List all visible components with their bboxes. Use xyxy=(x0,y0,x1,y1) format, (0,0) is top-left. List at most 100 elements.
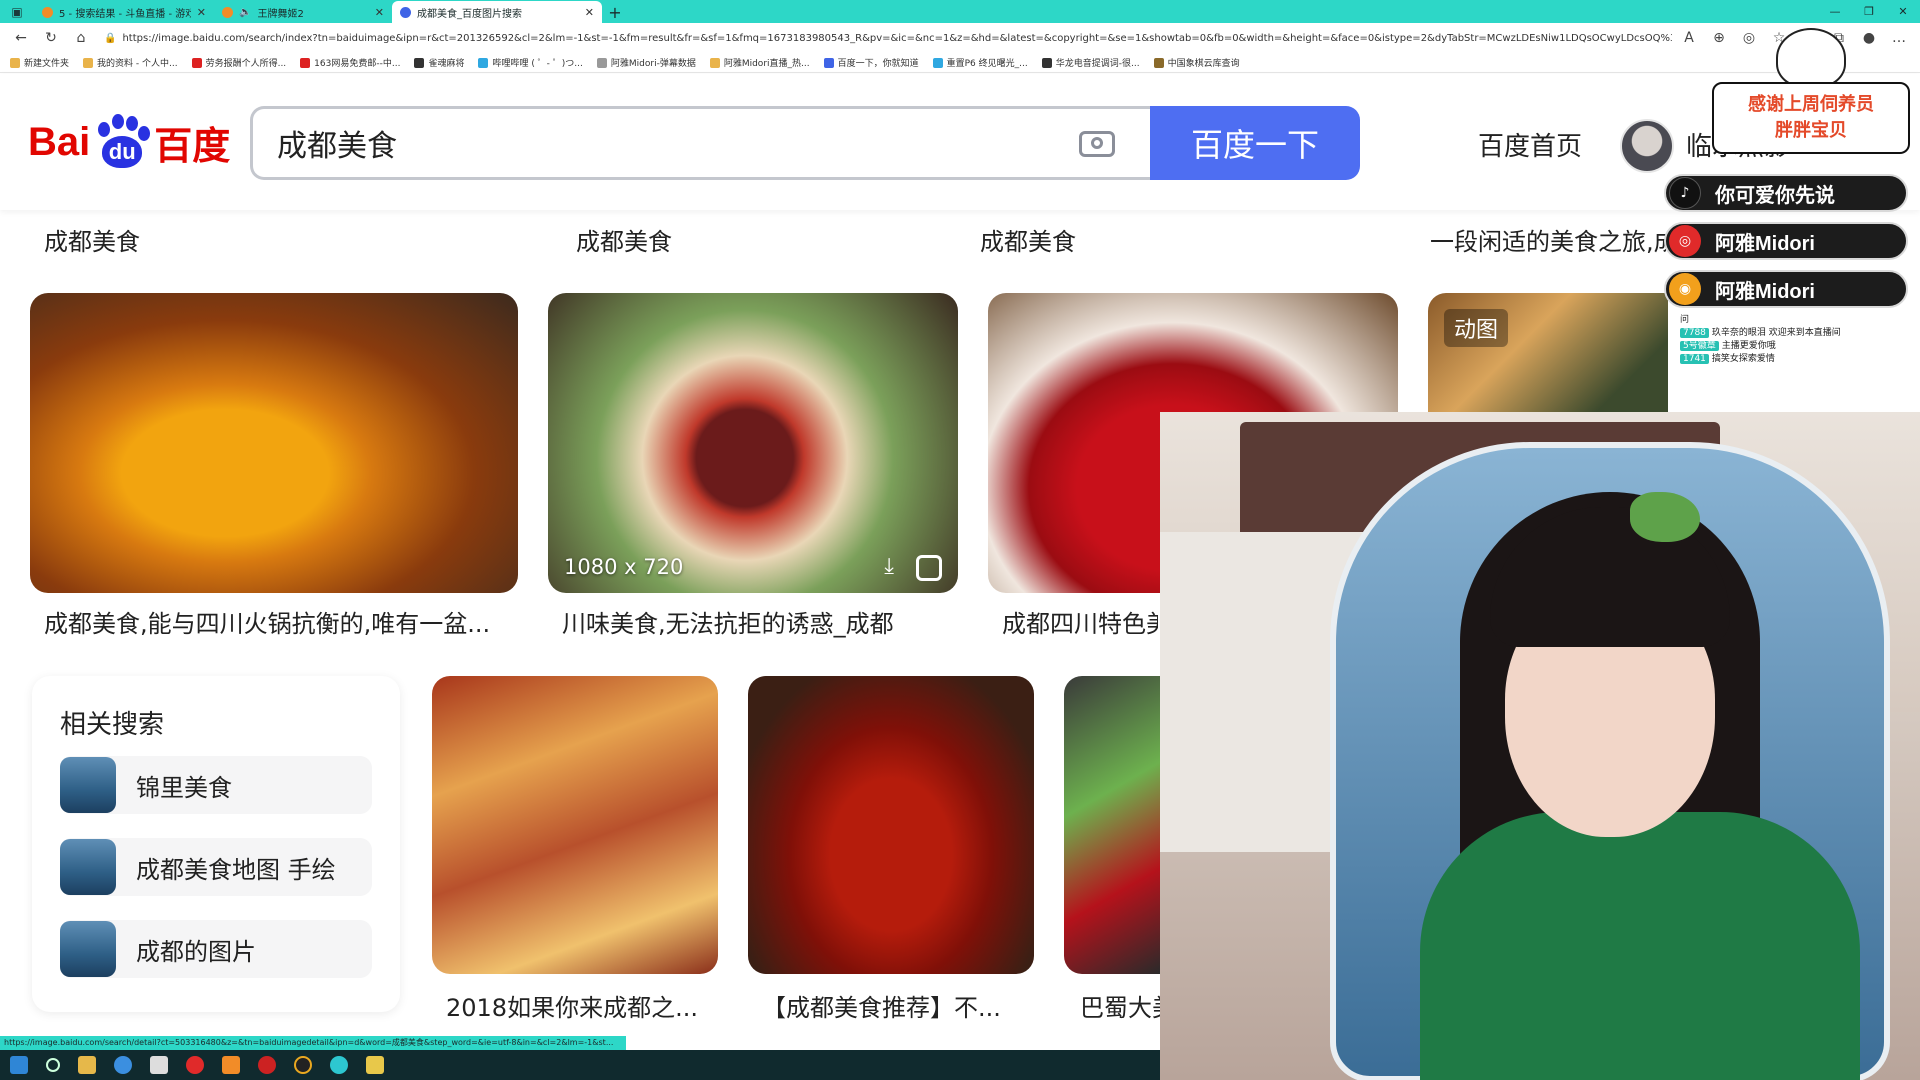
refresh-icon[interactable]: ↻ xyxy=(38,26,64,50)
download-icon[interactable]: ⤓ xyxy=(884,554,894,579)
result-image[interactable]: 1080 x 720 ⤓ xyxy=(548,293,958,593)
paw-icon: du xyxy=(94,114,151,170)
app-icon[interactable] xyxy=(258,1056,276,1074)
bookmark-item[interactable]: 中国象棋云库查询 xyxy=(1153,56,1240,69)
tab-baidu-images[interactable]: 成都美食_百度图片搜索 ✕ xyxy=(392,1,602,23)
bookmark-item[interactable]: 哔哩哔哩 ( ゜- ゜)つ... xyxy=(478,56,583,69)
bookmark-icon xyxy=(300,57,311,68)
fan-badge: 5号徽章 xyxy=(1680,341,1719,351)
bookmarks-bar: 新建文件夹 我的资料 - 个人中... 劳务报酬个人所得... 163网易免费邮… xyxy=(0,53,1920,73)
result-image[interactable] xyxy=(30,293,518,593)
home-icon[interactable]: ⌂ xyxy=(68,26,94,50)
bookmark-icon xyxy=(414,57,425,68)
bookmark-label: 百度一下，你就知道 xyxy=(837,59,919,69)
zoom-icon[interactable]: ⊕ xyxy=(1706,26,1732,50)
bookmark-item[interactable]: 阿雅Midori直播_热... xyxy=(709,56,810,69)
close-tab-icon[interactable]: ✕ xyxy=(197,6,206,19)
close-tab-icon[interactable]: ✕ xyxy=(375,6,384,19)
douyu-favicon-icon xyxy=(222,6,233,18)
result-image[interactable] xyxy=(1064,676,1160,974)
baidu-logo[interactable]: Bai du 百度 xyxy=(28,112,230,172)
image-caption[interactable]: 2018如果你来成都之... xyxy=(446,988,716,1023)
image-caption[interactable]: 巴蜀大美 xyxy=(1080,988,1160,1023)
netease-music-icon[interactable] xyxy=(186,1056,204,1074)
camera-lens xyxy=(1091,137,1103,149)
bookmark-item[interactable]: 我的资料 - 个人中... xyxy=(83,56,178,69)
lock-icon[interactable]: 🔒 xyxy=(104,33,116,44)
bookmark-item[interactable]: 劳务报酬个人所得... xyxy=(191,56,287,69)
bookmark-label: 新建文件夹 xyxy=(24,59,70,69)
camera-icon[interactable] xyxy=(1075,124,1119,164)
image-caption[interactable]: 成都美食,能与四川火锅抗衡的,唯有一盆... xyxy=(44,604,514,639)
new-tab-button[interactable]: + xyxy=(602,1,628,23)
app-icon[interactable] xyxy=(222,1056,240,1074)
bookmark-item[interactable]: 163网易免费邮--中... xyxy=(300,56,400,69)
search-icon[interactable] xyxy=(46,1058,60,1072)
close-tab-icon[interactable]: ✕ xyxy=(585,6,594,19)
bookmark-icon xyxy=(932,57,943,68)
fan-badge: 1741 xyxy=(1680,354,1709,364)
bookmark-icon xyxy=(478,57,489,68)
social-label: 阿雅Midori xyxy=(1715,280,1815,303)
start-icon[interactable] xyxy=(10,1056,28,1074)
gif-badge: 动图 xyxy=(1444,309,1509,347)
address-bar[interactable]: 🔒 https://image.baidu.com/search/index?t… xyxy=(98,26,1672,50)
related-thumbnail xyxy=(60,757,116,813)
url-text: https://image.baidu.com/search/index?tn=… xyxy=(122,32,1672,44)
baidu-home-link[interactable]: 百度首页 xyxy=(1478,126,1582,163)
social-label: 你可爱你先说 xyxy=(1715,184,1835,207)
related-search-item[interactable]: 成都美食地图 手绘 xyxy=(60,838,372,896)
bookmark-item[interactable]: 新建文件夹 xyxy=(10,56,69,69)
bookmark-item[interactable]: 百度一下，你就知道 xyxy=(823,56,919,69)
bookmark-icon xyxy=(823,57,834,68)
obs-icon[interactable] xyxy=(294,1056,312,1074)
close-window-icon[interactable]: ✕ xyxy=(1886,5,1920,18)
result-image[interactable] xyxy=(432,676,718,974)
weibo-icon: ◉ xyxy=(1669,273,1701,305)
app-icon[interactable] xyxy=(150,1056,168,1074)
chat-text: 主播更爱你哦 xyxy=(1721,341,1776,351)
edge-icon[interactable] xyxy=(330,1056,348,1074)
search-button[interactable]: 百度一下 xyxy=(1150,106,1360,180)
back-icon[interactable]: ← xyxy=(8,26,34,50)
image-caption[interactable]: 川味美食,无法抗拒的诱惑_成都 xyxy=(562,604,962,639)
search-input[interactable]: 成都美食 xyxy=(250,106,1150,180)
bookmark-label: 哔哩哔哩 ( ゜- ゜)つ... xyxy=(492,59,583,69)
file-explorer-icon[interactable] xyxy=(78,1056,96,1074)
tracking-icon[interactable]: ◎ xyxy=(1736,26,1762,50)
minimize-icon[interactable]: — xyxy=(1818,5,1852,18)
bookmark-icon xyxy=(596,57,607,68)
browser-icon[interactable] xyxy=(114,1056,132,1074)
image-caption[interactable]: 成都四川特色美 xyxy=(1002,604,1158,639)
profile-icon[interactable]: ● xyxy=(1856,26,1882,50)
result-image[interactable]: 动图 xyxy=(1428,293,1668,412)
related-search-item[interactable]: 锦里美食 xyxy=(60,756,372,814)
window-menu-icon[interactable]: ▣ xyxy=(0,0,34,23)
app-icon[interactable] xyxy=(366,1056,384,1074)
read-aloud-icon[interactable]: A xyxy=(1676,26,1702,50)
image-search-icon[interactable] xyxy=(916,555,942,581)
image-caption[interactable]: 成都美食 xyxy=(980,222,1380,257)
bookmark-item[interactable]: 重置P6 终见曙光_... xyxy=(932,56,1028,69)
image-caption[interactable]: 成都美食 xyxy=(44,222,514,257)
related-search-item[interactable]: 成都的图片 xyxy=(60,920,372,978)
image-caption[interactable]: 成都美食 xyxy=(576,222,936,257)
bookmark-label: 阿雅Midori直播_热... xyxy=(723,59,810,69)
bookmark-item[interactable]: 华龙电音提调词-很... xyxy=(1041,56,1140,69)
speaker-icon[interactable]: 🔈 xyxy=(239,7,251,18)
chat-line: 问 xyxy=(1680,314,1914,327)
image-caption[interactable]: 一段闲适的美食之旅,成 xyxy=(1430,222,1666,257)
tab-douyu-search[interactable]: 5 - 搜索结果 - 斗鱼直播 - 游戏直... ✕ xyxy=(34,1,214,23)
more-menu-icon[interactable]: … xyxy=(1886,26,1912,50)
maximize-icon[interactable]: ❐ xyxy=(1852,5,1886,18)
image-caption[interactable]: 【成都美食推荐】不... xyxy=(762,988,1032,1023)
social-badge: ♪ 你可爱你先说 xyxy=(1664,174,1908,212)
tab-dance-stream[interactable]: 🔈 王牌舞姬2 ✕ xyxy=(214,1,392,23)
paw-toe xyxy=(112,114,125,129)
bookmark-item[interactable]: 阿雅Midori-弹幕数据 xyxy=(596,56,696,69)
bookmark-item[interactable]: 雀魂麻将 xyxy=(414,56,464,69)
bookmark-label: 劳务报酬个人所得... xyxy=(205,59,287,69)
related-searches-panel: 相关搜索 锦里美食 成都美食地图 手绘 成都的图片 xyxy=(32,676,400,1012)
result-image[interactable] xyxy=(748,676,1034,974)
bookmark-label: 重置P6 终见曙光_... xyxy=(946,59,1028,69)
